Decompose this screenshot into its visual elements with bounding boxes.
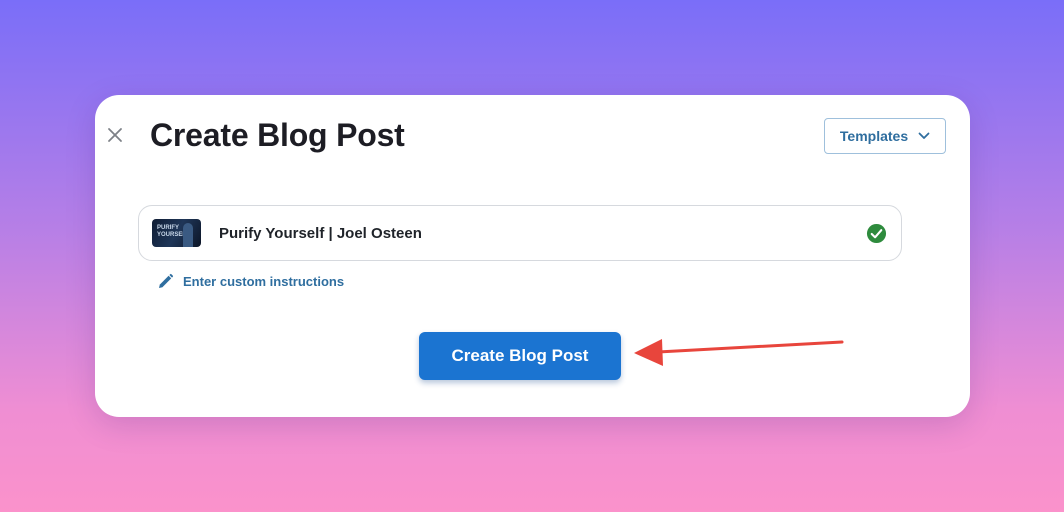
annotation-arrow bbox=[634, 339, 844, 366]
